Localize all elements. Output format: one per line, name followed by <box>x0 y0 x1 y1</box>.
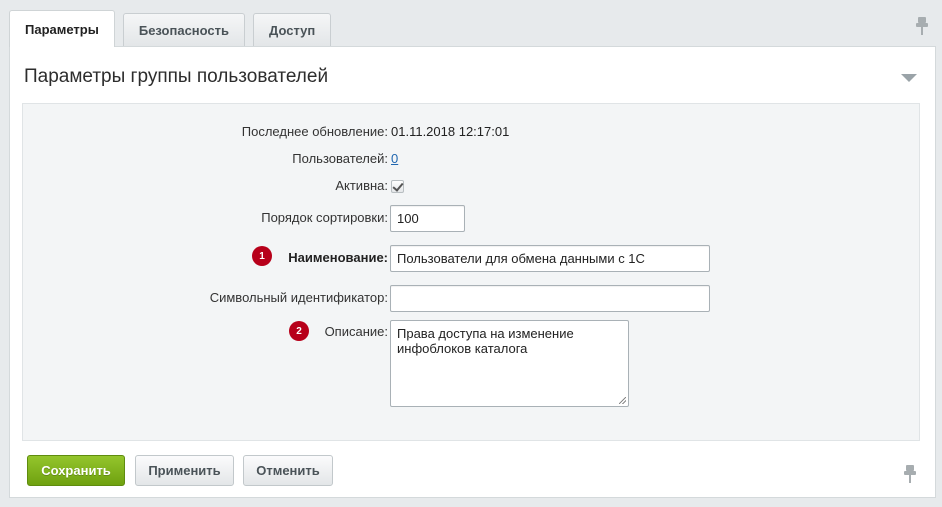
settings-panel: Параметры группы пользователей Последнее… <box>9 46 936 498</box>
tab-parameters[interactable]: Параметры <box>9 10 115 47</box>
code-label: Символьный идентификатор: <box>209 290 388 305</box>
sort-label: Порядок сортировки: <box>261 210 388 225</box>
badge-2: 2 <box>289 321 309 341</box>
sort-input[interactable]: 100 <box>390 205 465 232</box>
code-input[interactable] <box>390 285 710 312</box>
description-text: Права доступа на изменение инфоблоков ка… <box>397 326 574 356</box>
last-update-label: Последнее обновление: <box>241 124 388 139</box>
save-button[interactable]: Сохранить <box>27 455 125 486</box>
description-textarea[interactable]: Права доступа на изменение инфоблоков ка… <box>390 320 629 407</box>
pin-icon[interactable] <box>904 465 916 483</box>
description-label: Описание: <box>324 324 388 339</box>
tab-security[interactable]: Безопасность <box>122 13 246 46</box>
name-label: Наименование: <box>288 250 388 265</box>
pin-icon[interactable] <box>916 17 928 35</box>
apply-button[interactable]: Применить <box>135 455 234 486</box>
collapse-arrow-icon[interactable] <box>901 74 917 82</box>
form-area: Последнее обновление: 01.11.2018 12:17:0… <box>22 103 920 441</box>
name-input[interactable]: Пользователи для обмена данными с 1С <box>390 245 710 272</box>
checkmark-icon <box>392 180 404 192</box>
cancel-button[interactable]: Отменить <box>243 455 333 486</box>
users-count-link[interactable]: 0 <box>391 151 398 166</box>
users-label: Пользователей: <box>292 151 388 166</box>
active-label: Активна: <box>335 178 388 193</box>
tab-access[interactable]: Доступ <box>253 13 332 46</box>
tab-bar: Параметры Безопасность Доступ <box>9 10 339 47</box>
active-checkbox[interactable] <box>391 180 404 193</box>
last-update-value: 01.11.2018 12:17:01 <box>391 124 510 139</box>
badge-1: 1 <box>252 246 272 266</box>
resize-grip-icon[interactable] <box>619 397 626 404</box>
panel-title: Параметры группы пользователей <box>24 66 329 87</box>
